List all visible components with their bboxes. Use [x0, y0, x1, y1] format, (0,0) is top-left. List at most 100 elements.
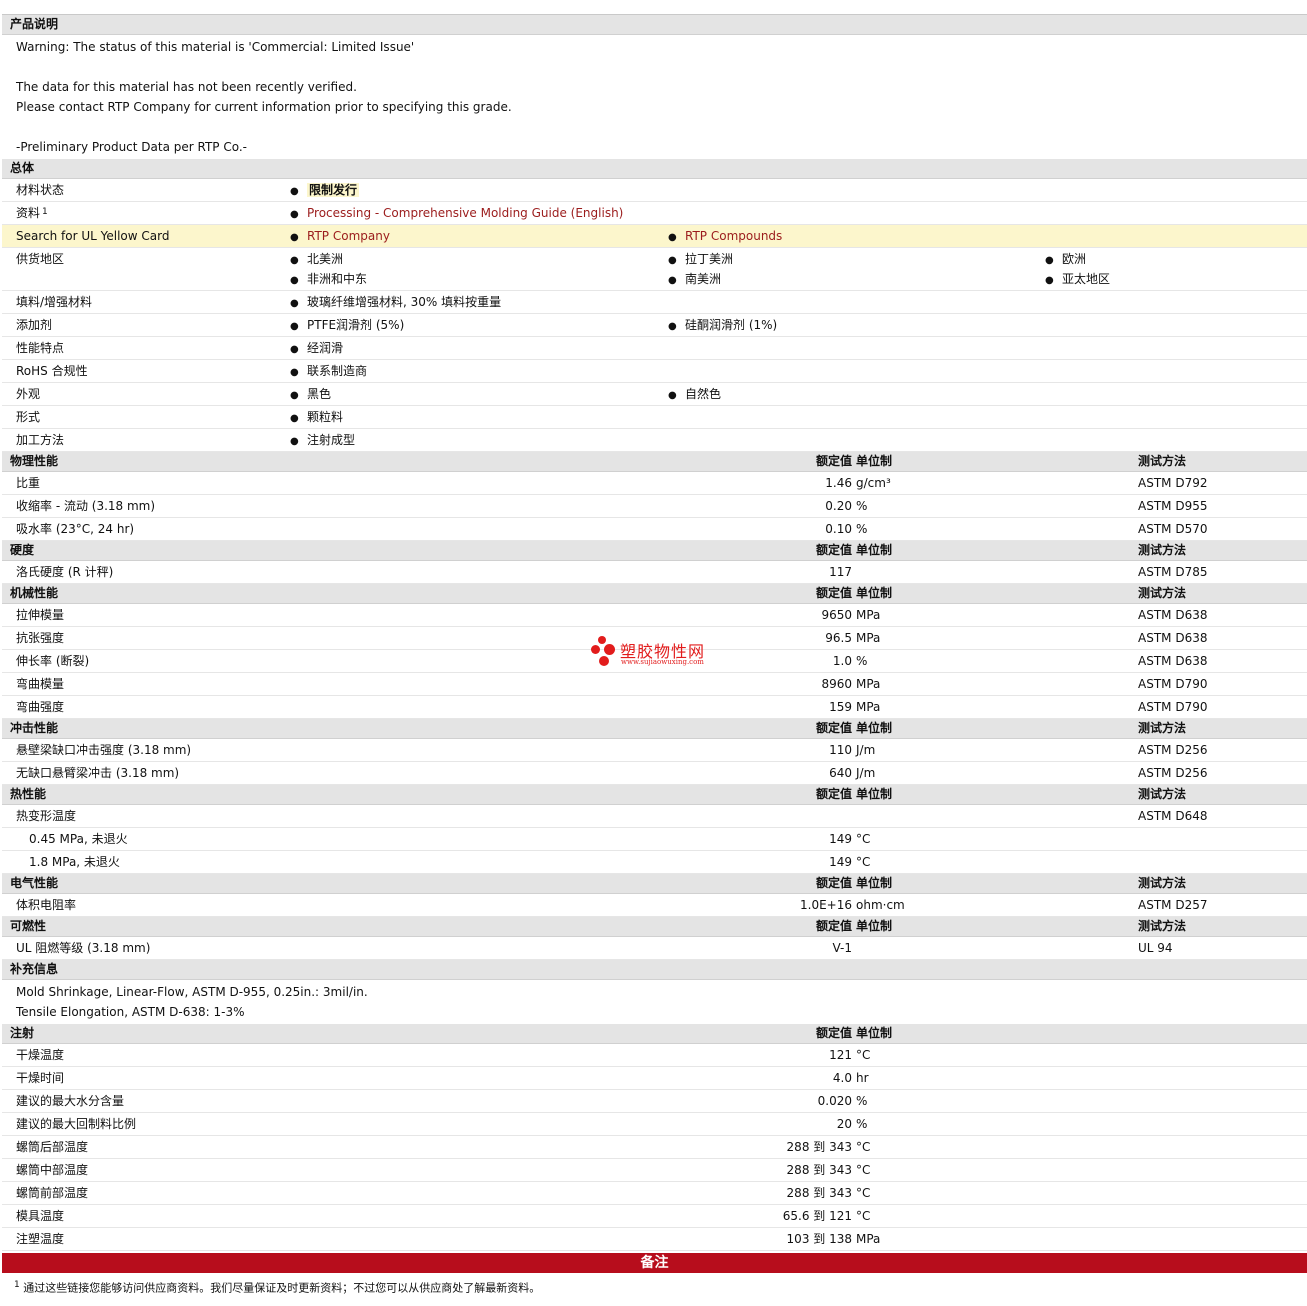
section-title: 冲击性能 — [10, 721, 59, 735]
property-unit: J/m — [856, 743, 876, 757]
section-header: 可燃性 额定值 单位制 测试方法 — [2, 917, 1307, 937]
injection-row: 螺筒中部温度 288 到 343 °C — [2, 1159, 1307, 1182]
method-column-header: 测试方法 — [1138, 787, 1187, 801]
row-label: 填料/增强材料 — [16, 295, 93, 309]
property-label: 螺筒中部温度 — [16, 1163, 89, 1177]
general-row-rohs: RoHS 合规性 ● 联系制造商 — [2, 360, 1307, 383]
row-label: 资料 1 — [16, 206, 48, 220]
property-label: 无缺口悬臂梁冲击 (3.18 mm) — [16, 766, 180, 780]
list-item: ● 硅酮润滑剂 (1%) — [668, 314, 777, 338]
bullet-icon: ● — [290, 321, 299, 332]
test-method: ASTM D955 — [1138, 499, 1208, 513]
property-label: 悬壁梁缺口冲击强度 (3.18 mm) — [16, 743, 192, 757]
property-sections: 物理性能 额定值 单位制 测试方法 比重 1.46 g/cm³ ASTM D792 收缩率 - … — [2, 452, 1307, 960]
injection-row: 干燥时间 4.0 hr — [2, 1067, 1307, 1090]
section-title: 总体 — [10, 161, 35, 175]
property-value: 8960 — [821, 677, 852, 691]
rtp-compounds-link[interactable]: RTP Compounds — [685, 229, 782, 243]
section-header-supplement: 补充信息 — [2, 960, 1307, 980]
row-label: 材料状态 — [16, 183, 65, 197]
watermark-url: www.sujiaowuxing.com — [621, 658, 704, 666]
property-value: 149 — [829, 832, 852, 846]
property-value: 20 — [836, 1117, 852, 1131]
property-unit: °C — [856, 1186, 871, 1200]
bullet-icon: ● — [290, 390, 299, 401]
section-title: 电气性能 — [10, 876, 59, 890]
list-item: ● 亚太地区 — [1045, 268, 1110, 292]
bullet-icon: ● — [290, 298, 299, 309]
value-column-header: 额定值 — [815, 543, 852, 557]
molding-guide-link[interactable]: Processing - Comprehensive Molding Guide… — [307, 206, 623, 220]
list-item: ● 颗粒料 — [290, 406, 343, 430]
method-column-header: 测试方法 — [1138, 721, 1187, 735]
property-row: 0.45 MPa, 未退火 149 °C — [2, 828, 1307, 851]
property-label: 伸长率 (断裂) — [16, 654, 90, 668]
property-unit: % — [856, 654, 868, 668]
row-label: 供货地区 — [16, 252, 65, 266]
property-row: 收缩率 - 流动 (3.18 mm) 0.20% ASTM D955 — [2, 495, 1307, 518]
property-value: 149 — [829, 855, 852, 869]
test-method: ASTM D792 — [1138, 476, 1208, 490]
bullet-icon: ● — [290, 275, 299, 286]
method-column-header: 测试方法 — [1138, 919, 1187, 933]
general-row-status: 材料状态 ● 限制发行 — [2, 179, 1307, 202]
general-row-additives: 添加剂 ● PTFE润滑剂 (5%) ● 硅酮润滑剂 (1%) — [2, 314, 1307, 337]
supplement-line: Tensile Elongation, ASTM D-638: 1-3% — [16, 1005, 245, 1019]
section-header: 硬度 额定值 单位制 测试方法 — [2, 541, 1307, 561]
property-label: 体积电阻率 — [16, 898, 77, 912]
property-value: 1.0 — [832, 654, 852, 668]
value-column-header: 额定值 — [815, 876, 852, 890]
property-label: 洛氏硬度 (R 计秤) — [16, 565, 114, 579]
property-value: 159 — [829, 700, 852, 714]
section-title: 注射 — [10, 1026, 35, 1040]
section-title: 可燃性 — [10, 919, 47, 933]
injection-rows: 干燥温度 121 °C 干燥时间 4.0 hr 建议的最大水分含量 0.020% 建议的最大回制… — [2, 1044, 1307, 1251]
unit-column-header: 单位制 — [856, 919, 893, 933]
property-value: 0.10 — [825, 522, 852, 536]
test-method: ASTM D570 — [1138, 522, 1208, 536]
property-value: 9650 — [821, 608, 852, 622]
rtp-company-link[interactable]: RTP Company — [307, 229, 390, 243]
section-header: 机械性能 额定值 单位制 测试方法 — [2, 584, 1307, 604]
general-row-processing: 加工方法 ● 注射成型 — [2, 429, 1307, 452]
bullet-icon: ● — [668, 275, 677, 286]
notes-header: 备注 — [2, 1253, 1307, 1273]
status-badge: 限制发行 — [307, 183, 360, 197]
property-label: 干燥温度 — [16, 1048, 65, 1062]
general-row-form: 形式 ● 颗粒料 — [2, 406, 1307, 429]
row-label: 外观 — [16, 387, 41, 401]
property-unit: °C — [856, 1209, 871, 1223]
injection-row: 干燥温度 121 °C — [2, 1044, 1307, 1067]
property-unit: MPa — [856, 700, 881, 714]
list-item: ● Processing - Comprehensive Molding Guid… — [290, 202, 623, 226]
description-line: Warning: The status of this material is … — [16, 40, 415, 54]
property-row: 比重 1.46 g/cm³ ASTM D792 — [2, 472, 1307, 495]
property-label: 干燥时间 — [16, 1071, 65, 1085]
test-method: ASTM D638 — [1138, 631, 1208, 645]
value-column-header: 额定值 — [815, 721, 852, 735]
section-header: 冲击性能 额定值 单位制 测试方法 — [2, 719, 1307, 739]
property-unit: J/m — [856, 766, 876, 780]
property-unit: hr — [856, 1071, 869, 1085]
property-value: 288 到 343 — [786, 1163, 852, 1177]
method-column-header: 测试方法 — [1138, 454, 1187, 468]
property-value: 4.0 — [832, 1071, 852, 1085]
property-label: 螺筒前部温度 — [16, 1186, 89, 1200]
property-row: 悬壁梁缺口冲击强度 (3.18 mm) 110 J/m ASTM D256 — [2, 739, 1307, 762]
property-label: 抗张强度 — [16, 631, 65, 645]
bullet-icon: ● — [668, 232, 677, 243]
injection-row: 螺筒前部温度 288 到 343 °C — [2, 1182, 1307, 1205]
section-title: 产品说明 — [10, 17, 59, 31]
property-value: 103 到 138 — [786, 1232, 852, 1246]
property-label: UL 阻燃等级 (3.18 mm) — [16, 941, 151, 955]
property-label: 弯曲模量 — [16, 677, 65, 691]
property-value: 0.20 — [825, 499, 852, 513]
property-row: 拉伸模量 9650 MPa ASTM D638 — [2, 604, 1307, 627]
property-value: 640 — [829, 766, 852, 780]
method-column-header: 测试方法 — [1138, 543, 1187, 557]
property-value: 110 — [829, 743, 852, 757]
row-label: Search for UL Yellow Card — [16, 229, 170, 243]
list-item: ● 非洲和中东 — [290, 268, 367, 292]
footnote: 1 通过这些链接您能够访问供应商资料。我们尽量保证及时更新资料；不过您可以从供应… — [2, 1273, 1307, 1301]
section-header-general: 总体 — [2, 159, 1307, 179]
